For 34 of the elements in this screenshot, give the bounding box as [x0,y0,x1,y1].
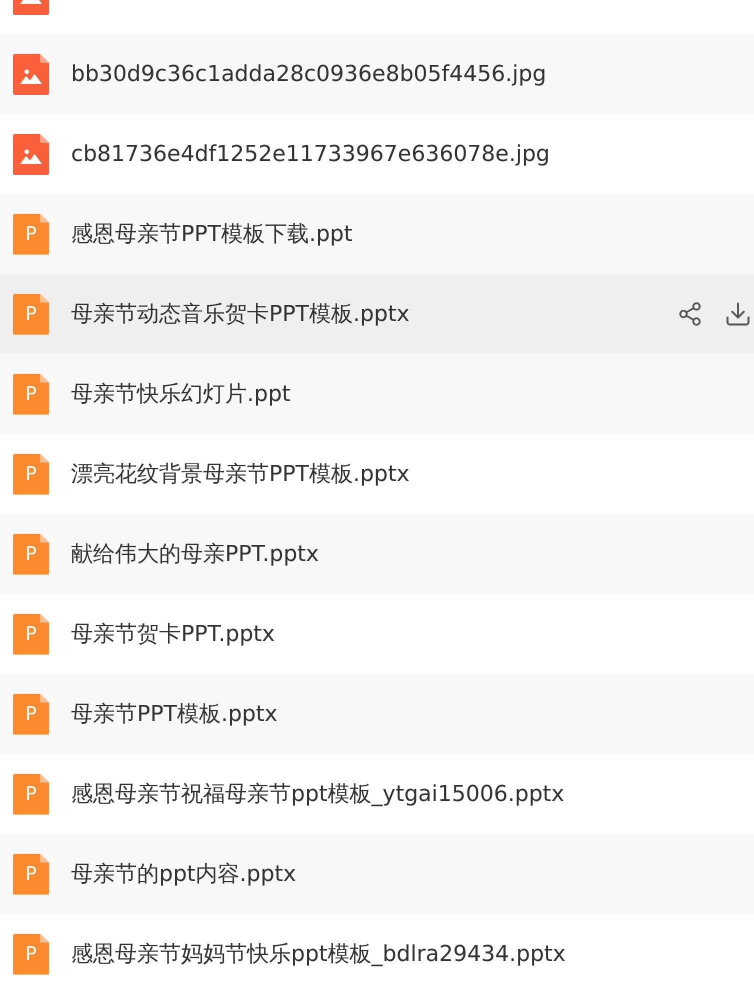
file-name: 感恩母亲节祝福母亲节ppt模板_ytgai15006.pptx [71,781,566,809]
file-row[interactable]: P 母亲节PPT模板.pptx [0,674,754,754]
ppt-file-icon: P [13,374,49,414]
ppt-file-icon: P [13,534,49,574]
file-name: 感恩母亲节PPT模板下载.ppt [71,221,354,249]
file-name: 献给伟大的母亲PPT.pptx [71,541,320,569]
download-button[interactable] [724,300,752,328]
file-name: 母亲节PPT模板.pptx [71,701,279,729]
file-row[interactable]: P 感恩母亲节PPT模板下载.ppt [0,194,754,274]
image-file-icon [13,134,49,174]
file-name: 母亲节的ppt内容.pptx [71,861,298,889]
image-file-icon [13,54,49,94]
ppt-file-icon: P [13,694,49,734]
ppt-file-icon: P [13,214,49,254]
file-name: 母亲节快乐幻灯片.ppt [71,381,292,409]
share-icon [677,301,703,327]
download-icon [724,300,752,328]
file-name: 母亲节动态音乐贺卡PPT模板.pptx [71,301,411,329]
file-row[interactable]: P 母亲节的ppt内容.pptx [0,834,754,914]
file-row[interactable]: P 母亲节动态音乐贺卡PPT模板.pptx [0,274,754,354]
ppt-file-icon: P [13,454,49,494]
file-name: 感恩母亲节妈妈节快乐ppt模板_bdlra29434.pptx [71,941,567,969]
file-name: 漂亮花纹背景母亲节PPT模板.pptx [71,461,411,489]
ppt-file-icon: P [13,774,49,814]
ppt-file-icon: P [13,294,49,334]
file-name: 母亲节贺卡PPT.pptx [71,621,276,649]
ppt-file-icon: P [13,854,49,894]
file-name: cb81736e4df1252e11733967e636078e.jpg [71,142,551,166]
ppt-file-icon: P [13,934,49,974]
ppt-file-icon: P [13,614,49,654]
file-name: bb30d9c36c1adda28c0936e8b05f4456.jpg [71,62,548,86]
file-row[interactable]: P 母亲节快乐幻灯片.ppt [0,354,754,434]
file-row[interactable]: bb30d9c36c1adda28c0936e8b05f4456.jpg [0,34,754,114]
file-row[interactable]: P 献给伟大的母亲PPT.pptx [0,514,754,594]
